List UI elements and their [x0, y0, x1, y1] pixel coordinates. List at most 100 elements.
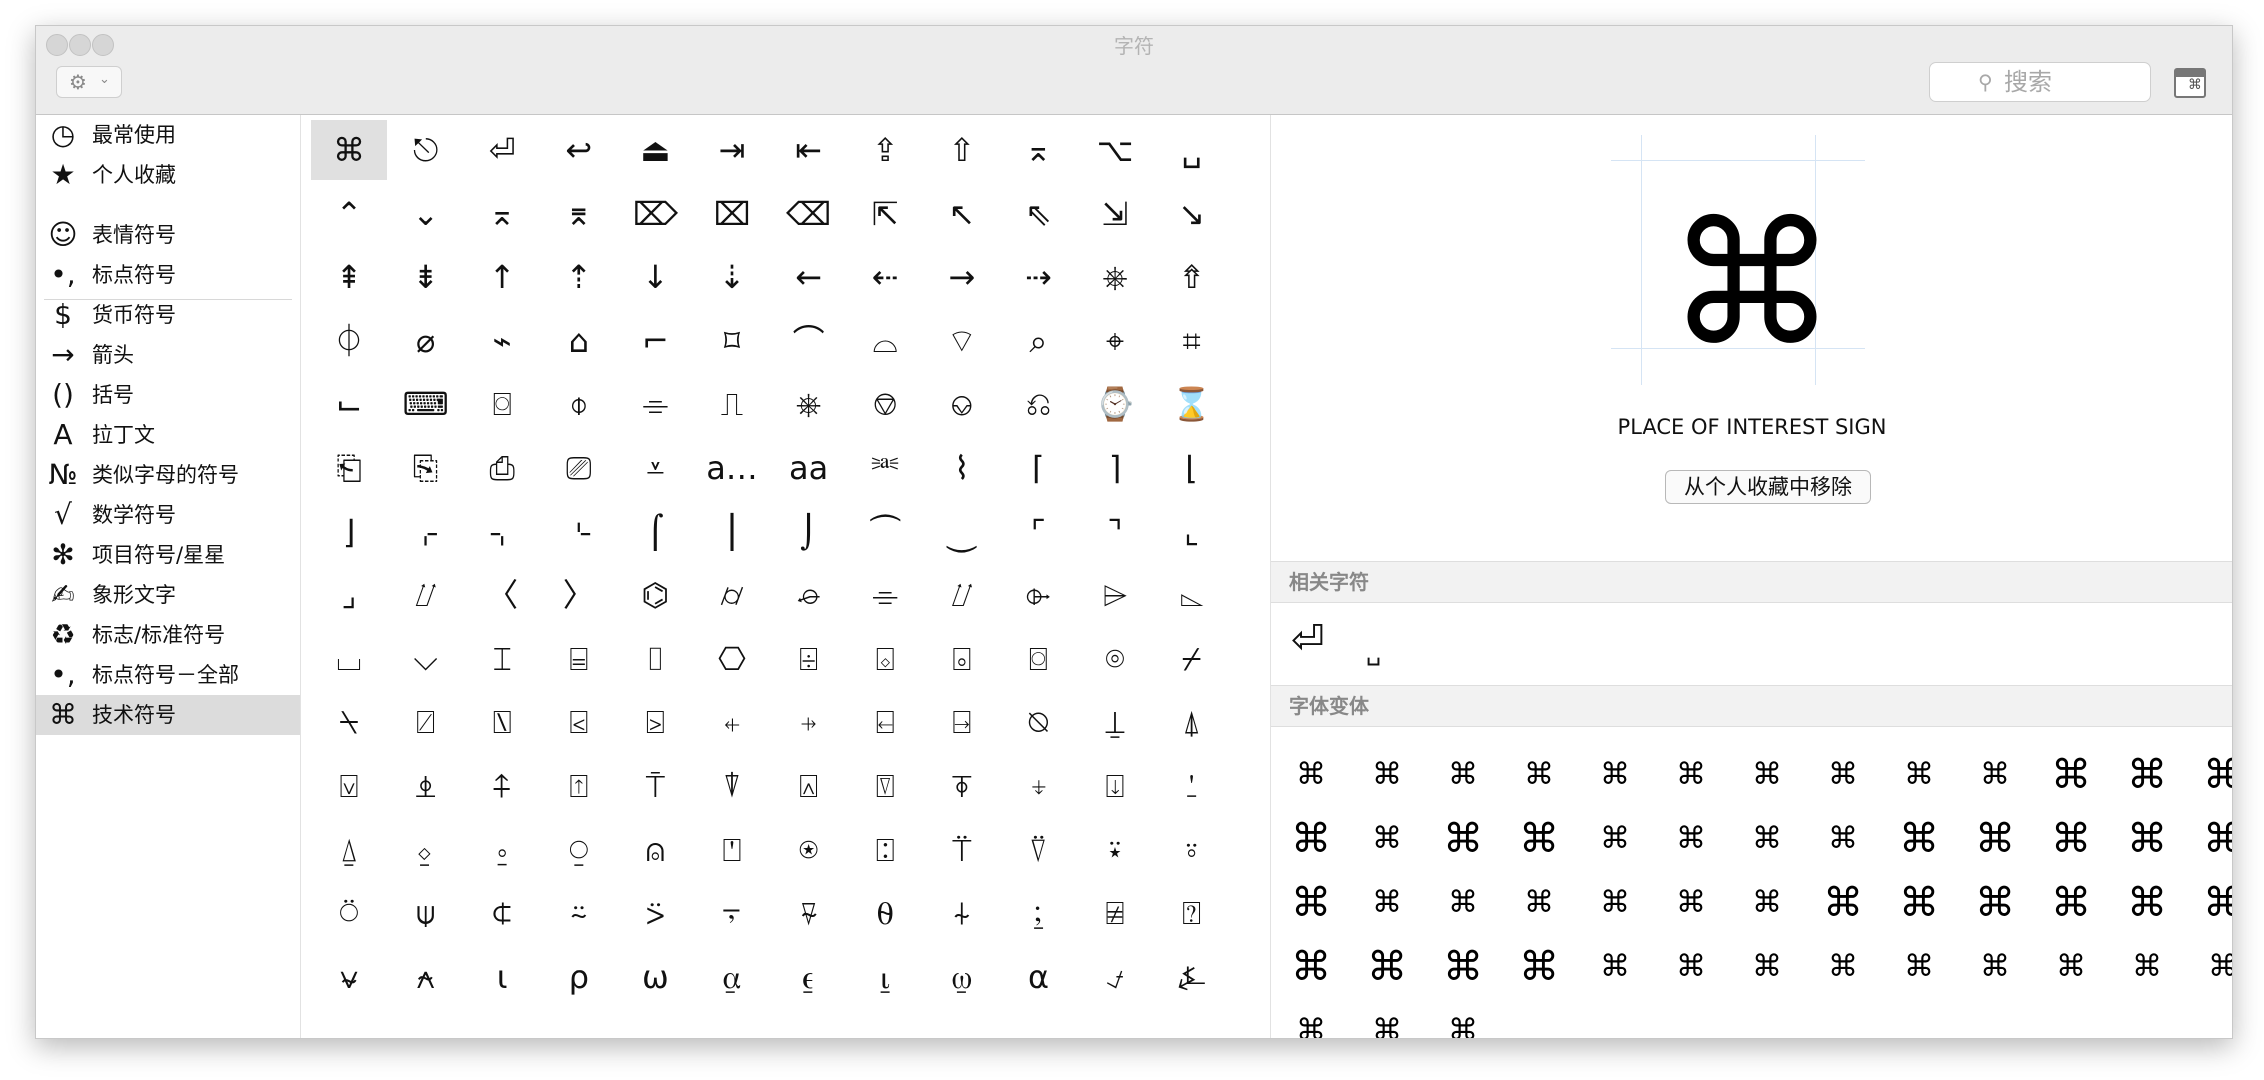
- character-cell[interactable]: ⍆: [771, 692, 847, 752]
- character-cell[interactable]: ⌙: [311, 374, 387, 434]
- character-cell[interactable]: ⍈: [924, 692, 1000, 752]
- font-variant-glyph[interactable]: ⌘: [1349, 873, 1425, 933]
- character-cell[interactable]: ←: [771, 247, 847, 307]
- related-character[interactable]: ␣: [1366, 627, 1381, 677]
- character-cell[interactable]: ⍷: [771, 947, 847, 1007]
- character-cell[interactable]: ⌒: [771, 311, 847, 371]
- character-cell[interactable]: ␣: [1154, 120, 1230, 180]
- font-variant-glyph[interactable]: ⌘: [1957, 809, 2033, 869]
- character-cell[interactable]: ⍬: [847, 883, 923, 943]
- sidebar-item[interactable]: ♻ 标志/标准符号: [36, 615, 300, 655]
- character-cell[interactable]: ⍤: [1154, 820, 1230, 880]
- character-cell[interactable]: ⌲: [1077, 565, 1153, 625]
- character-cell[interactable]: ⍙: [311, 820, 387, 880]
- character-cell[interactable]: ⌫: [771, 184, 847, 244]
- character-cell[interactable]: ⌸: [541, 629, 617, 689]
- character-cell[interactable]: ⏎: [464, 120, 540, 180]
- character-cell[interactable]: ⌬: [617, 565, 693, 625]
- font-variant-glyph[interactable]: ⌘: [1653, 745, 1729, 805]
- character-cell[interactable]: ⍱: [311, 947, 387, 1007]
- character-cell[interactable]: ⏏: [617, 120, 693, 180]
- sidebar-item[interactable]: ✻ 项目符号/星星: [36, 535, 300, 575]
- character-cell[interactable]: 〉: [541, 565, 617, 625]
- character-cell[interactable]: ⇖: [1000, 184, 1076, 244]
- character-cell[interactable]: ⌇: [924, 438, 1000, 498]
- character-cell[interactable]: ⍕: [924, 756, 1000, 816]
- character-cell[interactable]: ⇡: [541, 247, 617, 307]
- character-cell[interactable]: ⌼: [464, 374, 540, 434]
- font-variant-glyph[interactable]: ⌘: [1273, 937, 1349, 997]
- character-cell[interactable]: ⍩: [617, 883, 693, 943]
- character-cell[interactable]: ⎚: [541, 438, 617, 498]
- font-variant-glyph[interactable]: ⌘: [2109, 873, 2185, 933]
- character-cell[interactable]: ⍄: [617, 692, 693, 752]
- font-variant-glyph[interactable]: ⌘: [1881, 937, 1957, 997]
- character-cell[interactable]: ⍒: [694, 756, 770, 816]
- character-cell[interactable]: ⌾: [1077, 629, 1153, 689]
- character-cell[interactable]: ⌻: [924, 629, 1000, 689]
- font-variant-glyph[interactable]: ⌘: [1957, 873, 2033, 933]
- font-variant-glyph[interactable]: ⌘: [1957, 937, 2033, 997]
- character-cell[interactable]: ⌌: [388, 502, 464, 562]
- font-variant-glyph[interactable]: ⌘: [1425, 745, 1501, 805]
- character-cell[interactable]: ⍶: [694, 947, 770, 1007]
- font-variant-glyph[interactable]: ⌘: [1273, 745, 1349, 805]
- font-variant-glyph[interactable]: ⌘: [1349, 809, 1425, 869]
- character-cell[interactable]: ⌼: [1000, 629, 1076, 689]
- character-cell[interactable]: ⍜: [541, 820, 617, 880]
- character-cell[interactable]: ⍢: [1000, 820, 1076, 880]
- character-cell[interactable]: ⍊: [1077, 692, 1153, 752]
- font-variant-glyph[interactable]: ⌘: [1425, 873, 1501, 933]
- font-variant-glyph[interactable]: ⌘: [1501, 745, 1577, 805]
- font-variant-glyph[interactable]: ⌘: [1577, 937, 1653, 997]
- character-cell[interactable]: ⇣: [694, 247, 770, 307]
- character-cell[interactable]: ⌗: [1154, 311, 1230, 371]
- character-cell[interactable]: ⏀: [311, 311, 387, 371]
- character-cell[interactable]: ⌑: [694, 311, 770, 371]
- character-cell[interactable]: ⎊: [847, 374, 923, 434]
- character-cell[interactable]: ⍖: [1000, 756, 1076, 816]
- font-variant-glyph[interactable]: ⌘: [1577, 809, 1653, 869]
- character-cell[interactable]: ⍹: [924, 947, 1000, 1007]
- character-cell[interactable]: ⌖: [1077, 311, 1153, 371]
- character-cell[interactable]: ⌷: [617, 629, 693, 689]
- character-cell[interactable]: ⌺: [847, 629, 923, 689]
- character-cell[interactable]: ⇞: [311, 247, 387, 307]
- character-cell[interactable]: ↖: [924, 184, 1000, 244]
- remove-from-favorites-button[interactable]: 从个人收藏中移除: [1665, 470, 1871, 504]
- character-cell[interactable]: ⏝: [924, 502, 1000, 562]
- character-cell[interactable]: ⇥: [694, 120, 770, 180]
- font-variant-glyph[interactable]: ⌘: [2033, 937, 2109, 997]
- character-cell[interactable]: ⍨: [541, 883, 617, 943]
- font-variant-glyph[interactable]: ⌘: [1653, 809, 1729, 869]
- font-variant-glyph[interactable]: ⌘: [1501, 809, 1577, 869]
- character-cell[interactable]: ⍚: [388, 820, 464, 880]
- font-variant-glyph[interactable]: ⌘: [1729, 937, 1805, 997]
- character-cell[interactable]: ⌄: [388, 184, 464, 244]
- character-cell[interactable]: ⌨: [388, 374, 464, 434]
- character-cell[interactable]: ⌎: [541, 502, 617, 562]
- font-variant-glyph[interactable]: ⌘: [2033, 873, 2109, 933]
- character-cell[interactable]: ⌯: [847, 565, 923, 625]
- character-cell[interactable]: ⍝: [617, 820, 693, 880]
- font-variant-glyph[interactable]: ⌘: [1273, 809, 1349, 869]
- sidebar-item[interactable]: A 拉丁文: [36, 415, 300, 455]
- character-cell[interactable]: ⍀: [311, 692, 387, 752]
- character-cell[interactable]: ⇧: [924, 120, 1000, 180]
- character-cell[interactable]: ⍅: [694, 692, 770, 752]
- character-cell[interactable]: a…: [694, 438, 770, 498]
- sidebar-item[interactable]: () 括号: [36, 375, 300, 415]
- font-variant-glyph[interactable]: ⌘: [2109, 809, 2185, 869]
- character-cell[interactable]: ⍳: [464, 947, 540, 1007]
- character-cell[interactable]: ⍉: [1000, 692, 1076, 752]
- character-cell[interactable]: ⍵: [617, 947, 693, 1007]
- font-variant-glyph[interactable]: ⌘: [1805, 745, 1881, 805]
- character-cell[interactable]: ⩡: [617, 438, 693, 498]
- character-cell[interactable]: ⌁: [464, 311, 540, 371]
- character-cell[interactable]: ⍌: [311, 756, 387, 816]
- character-cell[interactable]: ⌴: [311, 629, 387, 689]
- font-variant-glyph[interactable]: ⌘: [2185, 809, 2232, 869]
- character-cell[interactable]: ↩: [541, 120, 617, 180]
- font-variant-glyph[interactable]: ⌘: [1577, 873, 1653, 933]
- character-cell[interactable]: ⎔: [694, 629, 770, 689]
